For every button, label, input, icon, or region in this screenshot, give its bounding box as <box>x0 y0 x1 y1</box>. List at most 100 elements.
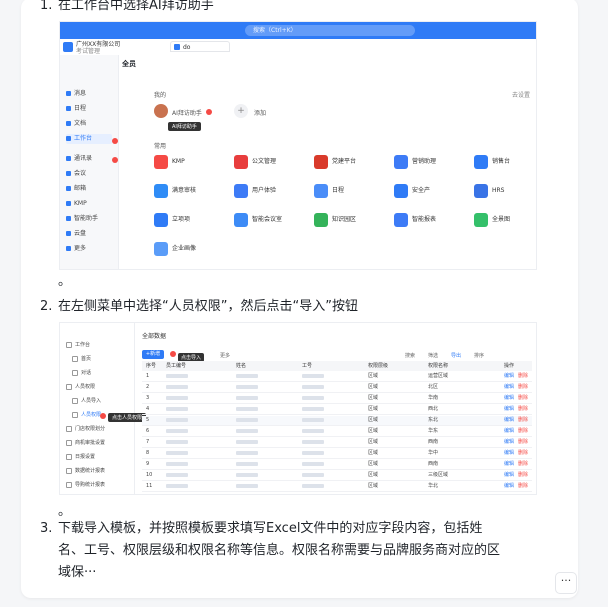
table-cell: 区域 <box>368 428 379 434</box>
nav-item-permission: 人员权限 <box>72 411 101 420</box>
app-icon <box>154 241 168 256</box>
table-cell <box>236 460 258 469</box>
section-mine: 我的 <box>154 92 167 99</box>
table-cell <box>236 405 258 414</box>
recent-app-label: AI拜访助手 <box>172 110 202 117</box>
step-1: 1. 在工作台中选择AI拜访助手 <box>40 0 214 13</box>
table-cell: 华南 <box>428 395 439 401</box>
app-icon <box>394 212 408 227</box>
table-cell: 11 <box>146 483 153 489</box>
sidebar-tooltip: 点击人员权限 <box>108 413 147 422</box>
table-cell: 1 <box>146 373 150 379</box>
workbench-screenshot: 搜索（Ctrl+K） 广州XX有限公司 考试管理 do 消息 日程 文档 工作台 … <box>59 21 537 270</box>
redacted-value <box>236 472 258 477</box>
table-cell: 4 <box>146 406 150 412</box>
edit-link: 编辑 <box>504 450 515 456</box>
edit-link: 编辑 <box>504 461 515 467</box>
redacted-value <box>236 450 258 455</box>
table-row: 2 区域 北区 编辑 删除 <box>142 383 532 393</box>
table-cell: 西南 <box>428 461 439 467</box>
add-label: 添加 <box>254 110 267 117</box>
table-cell <box>236 416 258 425</box>
redacted-value <box>236 461 258 466</box>
table-row: 9 区域 西南 编辑 删除 <box>142 460 532 470</box>
nav-item: 云盘 <box>66 229 86 239</box>
redacted-value <box>302 428 324 433</box>
table-cell <box>236 449 258 458</box>
table-cell <box>236 394 258 403</box>
table-row: 7 区域 西南 编辑 删除 <box>142 438 532 448</box>
edit-link: 编辑 <box>504 395 515 401</box>
table-cell: 东北 <box>428 417 439 423</box>
redacted-value <box>236 395 258 400</box>
redacted-value <box>166 373 188 378</box>
table-cell: 10 <box>146 472 153 478</box>
table-cell <box>302 394 324 403</box>
nav-item: 日程 <box>66 104 86 114</box>
more-options-button[interactable]: ··· <box>555 572 577 594</box>
app-icon <box>234 212 248 227</box>
manage-link: 去设置 <box>512 92 531 99</box>
redacted-value <box>166 461 188 466</box>
search-box: 搜索（Ctrl+K） <box>245 25 415 36</box>
table-title: 全部数据 <box>142 333 167 340</box>
column-header: 员工编号 <box>166 361 187 371</box>
table-row: 4 区域 西北 编辑 删除 <box>142 405 532 415</box>
delete-link: 删除 <box>518 483 529 489</box>
app-tile: 营销助理 <box>394 154 436 170</box>
nav-item: 首页 <box>72 355 91 364</box>
table-cell <box>166 482 188 491</box>
app-icon <box>234 183 248 198</box>
app-icon <box>394 154 408 169</box>
toolbar-export: 导出 <box>451 353 462 359</box>
table-cell <box>166 405 188 414</box>
table-cell: 区域 <box>368 417 379 423</box>
table-cell: 9 <box>146 461 150 467</box>
redacted-value <box>166 483 188 488</box>
app-tile: 公文管理 <box>234 154 276 170</box>
app-icon <box>154 212 168 227</box>
table-cell <box>236 438 258 447</box>
redacted-value <box>302 472 324 477</box>
table-cell <box>236 427 258 436</box>
toolbar-search: 搜索 <box>405 353 416 359</box>
column-header: 序号 <box>146 361 157 371</box>
delete-link: 删除 <box>518 417 529 423</box>
redacted-value <box>302 395 324 400</box>
unread-badge <box>112 157 118 163</box>
app-icon <box>154 183 168 198</box>
ai-assistant-avatar <box>154 104 168 118</box>
column-header: 权限名称 <box>428 361 449 371</box>
redacted-value <box>236 384 258 389</box>
table-cell <box>166 449 188 458</box>
step-3-line-3: 域保··· <box>58 565 97 580</box>
table-cell <box>302 383 324 392</box>
redacted-value <box>302 461 324 466</box>
redacted-value <box>236 417 258 422</box>
table-cell <box>166 471 188 480</box>
edit-link: 编辑 <box>504 384 515 390</box>
redacted-value <box>236 439 258 444</box>
table-cell: 区域 <box>368 395 379 401</box>
nav-item: 商机审批设置 <box>66 439 105 448</box>
table-cell <box>302 482 324 491</box>
admin-sidebar: 工作台 首页 对话 人员权限 人员导入 人员权限 门店权限划分 商机审批设置 日… <box>60 323 135 494</box>
delete-link: 删除 <box>518 472 529 478</box>
app-tile: 智能报表 <box>394 212 436 228</box>
step-3-line-2: 名、工号、权限层级和权限名称等信息。权限名称需要与品牌服务商对应的区 <box>58 543 501 558</box>
table-cell <box>302 405 324 414</box>
delete-link: 删除 <box>518 428 529 434</box>
redacted-value <box>166 472 188 477</box>
redacted-value <box>302 373 324 378</box>
nav-item: 邮箱 <box>66 184 86 194</box>
column-header: 权限层级 <box>368 361 389 371</box>
table-cell <box>166 372 188 381</box>
step-2-text: 在左侧菜单中选择“人员权限”，然后点击“导入”按钮 <box>58 299 358 314</box>
table-cell <box>302 427 324 436</box>
table-cell: 8 <box>146 450 150 456</box>
delete-link: 删除 <box>518 450 529 456</box>
nav-item: 门店权限划分 <box>66 425 105 434</box>
unread-badge <box>112 138 118 144</box>
edit-link: 编辑 <box>504 373 515 379</box>
nav-item: 数据统计报表 <box>66 467 105 476</box>
